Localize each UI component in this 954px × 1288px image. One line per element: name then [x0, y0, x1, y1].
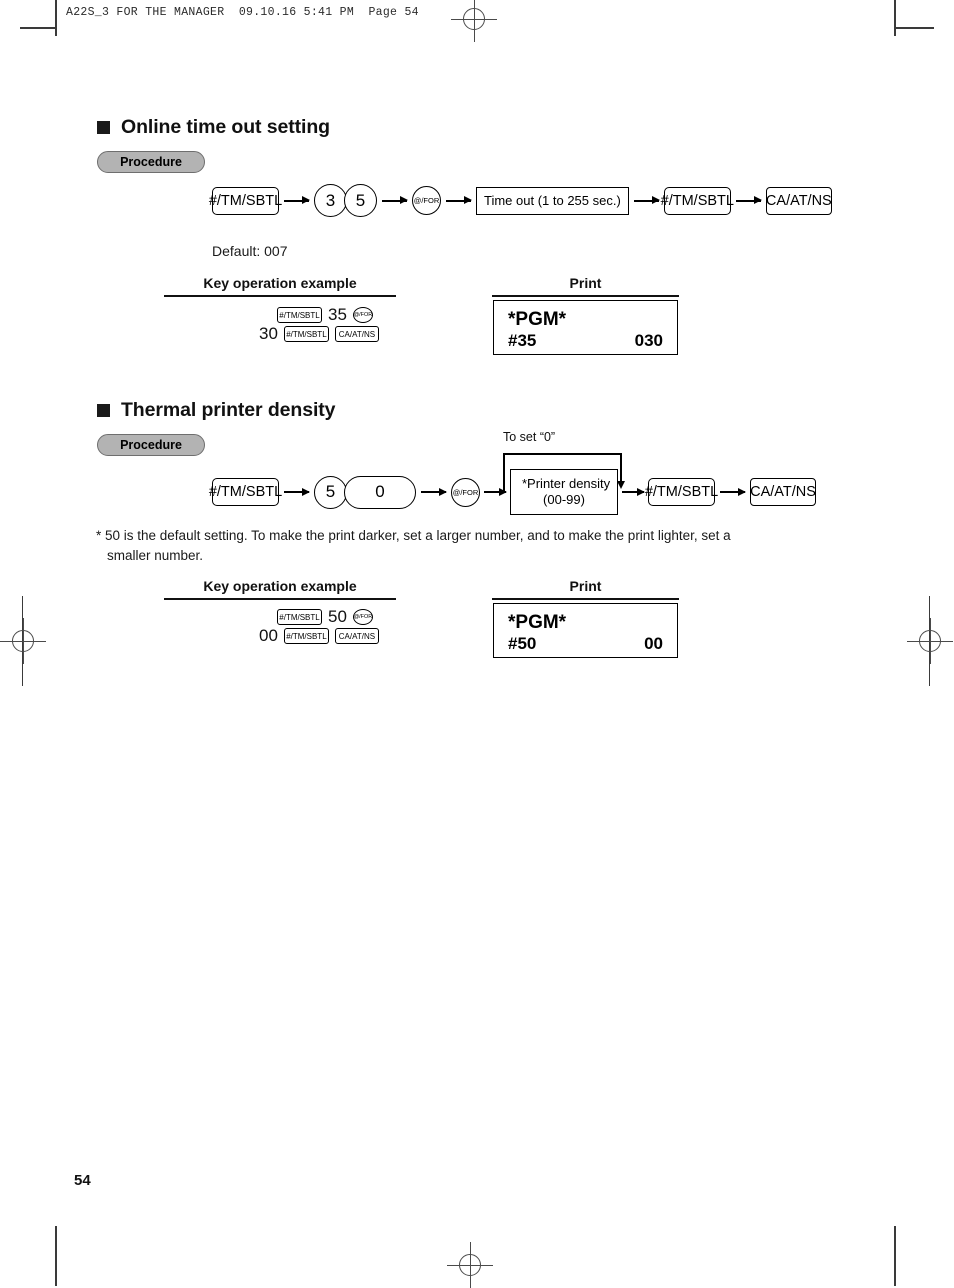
footnote-line-1: * 50 is the default setting. To make the… — [96, 528, 731, 543]
receipt-value: 030 — [634, 331, 663, 350]
section-heading-thermal-printer-density: Thermal printer density — [97, 399, 336, 422]
print-header-2: Print — [492, 578, 679, 600]
example-chip-ca-at-ns[interactable]: CA/AT/NS — [334, 326, 379, 342]
flow-arrow — [484, 487, 507, 496]
bypass-line-horizontal — [503, 453, 622, 455]
flow-arrow — [735, 196, 762, 204]
print-receipt-2: *PGM* #50 00 — [493, 603, 678, 658]
receipt-title-pgm: *PGM* — [508, 612, 567, 633]
footnote-line-2: smaller number. — [107, 548, 204, 564]
flow-key-at-for[interactable]: @/FOR — [412, 186, 441, 215]
section-heading-online-time-out: Online time out setting — [97, 116, 330, 139]
key-example-row-2a: #/TM/SBTL 50 @/FOR — [277, 607, 373, 627]
example-number-30: 30 — [259, 324, 278, 343]
key-example-row-1a: #/TM/SBTL 35 @/FOR — [277, 305, 373, 325]
square-bullet-icon — [97, 121, 110, 134]
print-label: Print — [569, 275, 602, 291]
key-operation-example-header-1: Key operation example — [164, 275, 396, 297]
bypass-label: To set “0” — [503, 430, 556, 444]
example-chip-tm-sbtl[interactable]: #/TM/SBTL — [283, 326, 329, 342]
receipt-value-line: #35 030 — [508, 331, 663, 351]
procedure-badge-1: Procedure — [97, 151, 205, 173]
flow-arrow — [382, 196, 408, 204]
flow-key-tm-sbtl-start[interactable]: #/TM/SBTL — [209, 478, 282, 506]
square-bullet-icon — [97, 404, 110, 417]
footnote-density: * 50 is the default setting. To make the… — [96, 526, 836, 567]
example-chip-tm-sbtl[interactable]: #/TM/SBTL — [283, 628, 329, 644]
flow-arrow — [633, 196, 660, 204]
flow-digit-0[interactable]: 0 — [344, 475, 416, 509]
key-operation-example-header-2: Key operation example — [164, 578, 396, 600]
print-header-1: Print — [492, 275, 679, 297]
key-operation-example-label: Key operation example — [203, 578, 357, 594]
printer-density-label-top: *Printer density — [522, 475, 611, 491]
printer-density-label-bottom: (00-99) — [543, 492, 585, 507]
example-number-35: 35 — [328, 305, 347, 324]
flow-arrow — [421, 487, 447, 496]
flow-box-time-out: Time out (1 to 255 sec.) — [476, 186, 629, 215]
flow-digit-3[interactable]: 3 — [314, 184, 347, 217]
example-chip-tm-sbtl[interactable]: #/TM/SBTL — [277, 609, 322, 625]
key-example-row-1b: 30 #/TM/SBTL CA/AT/NS — [259, 324, 379, 344]
flow-arrow — [622, 487, 645, 496]
receipt-value: 00 — [644, 634, 663, 653]
flow-digit-5[interactable]: 5 — [344, 184, 377, 217]
flow-key-ca-at-ns[interactable]: CA/AT/NS — [750, 478, 816, 506]
receipt-code: #50 — [508, 634, 537, 653]
flow-arrow — [446, 196, 472, 204]
page-number: 54 — [74, 1172, 91, 1189]
receipt-title-pgm: *PGM* — [508, 309, 567, 330]
header-rule — [164, 295, 396, 297]
example-chip-tm-sbtl[interactable]: #/TM/SBTL — [277, 307, 322, 323]
flow-arrow — [284, 487, 310, 496]
print-receipt-1: *PGM* #35 030 — [493, 300, 678, 355]
section-title: Thermal printer density — [121, 399, 336, 421]
flow-arrow — [720, 487, 746, 496]
flow-key-at-for[interactable]: @/FOR — [451, 477, 480, 507]
flow-key-ca-at-ns[interactable]: CA/AT/NS — [765, 186, 832, 215]
example-chip-ca-at-ns[interactable]: CA/AT/NS — [334, 628, 379, 644]
key-operation-example-label: Key operation example — [203, 275, 357, 291]
flow-arrow — [284, 196, 310, 204]
print-label: Print — [569, 578, 602, 594]
document-content: Online time out setting Procedure #/TM/S… — [0, 0, 954, 1286]
receipt-code: #35 — [508, 331, 537, 350]
example-chip-at-for[interactable]: @/FOR — [352, 609, 373, 625]
section-title: Online time out setting — [121, 116, 330, 138]
receipt-value-line: #50 00 — [508, 634, 663, 654]
key-example-row-2b: 00 #/TM/SBTL CA/AT/NS — [259, 626, 379, 646]
flow-box-printer-density: *Printer density (00-99) — [510, 469, 618, 515]
flow-key-tm-sbtl-start[interactable]: #/TM/SBTL — [209, 186, 282, 215]
default-value-text-1: Default: 007 — [212, 243, 288, 259]
flow-digit-5[interactable]: 5 — [314, 475, 347, 509]
flow-key-tm-sbtl-end[interactable]: #/TM/SBTL — [661, 186, 734, 215]
header-rule — [492, 295, 679, 297]
example-number-00: 00 — [259, 626, 278, 645]
example-chip-at-for[interactable]: @/FOR — [352, 307, 373, 323]
procedure-badge-2: Procedure — [97, 434, 205, 456]
flow-key-tm-sbtl-end[interactable]: #/TM/SBTL — [645, 478, 718, 506]
procedure-flow-2: #/TM/SBTL 5 0 @/FOR *Printer density (00… — [209, 469, 816, 515]
example-number-50: 50 — [328, 607, 347, 626]
header-rule — [492, 598, 679, 600]
header-rule — [164, 598, 396, 600]
procedure-flow-1: #/TM/SBTL 3 5 @/FOR Time out (1 to 255 s… — [209, 184, 832, 217]
